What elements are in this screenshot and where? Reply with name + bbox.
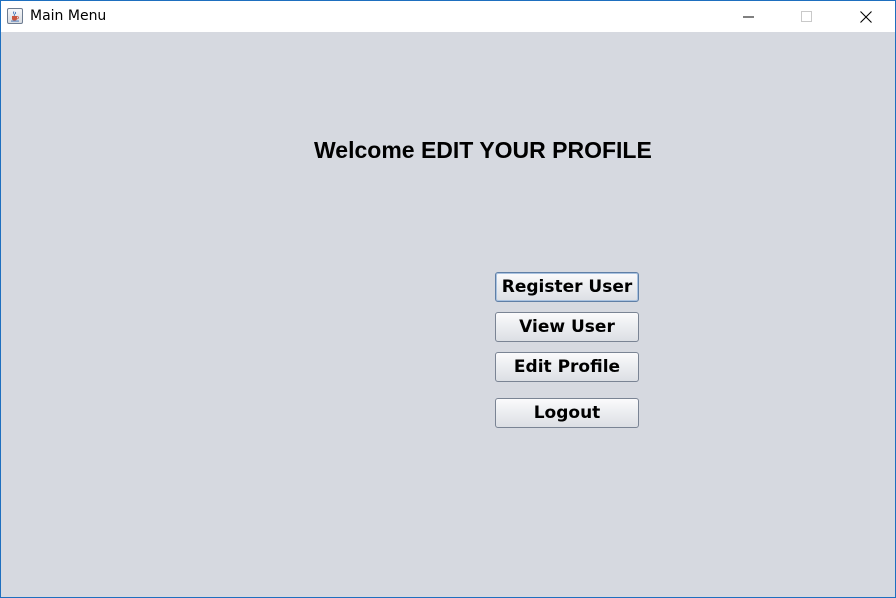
logout-button[interactable]: Logout (495, 398, 639, 428)
maximize-button[interactable] (784, 1, 830, 32)
minimize-icon (743, 16, 754, 18)
register-user-button[interactable]: Register User (495, 272, 639, 302)
close-icon (860, 11, 872, 23)
maximize-icon (801, 11, 812, 22)
edit-profile-button[interactable]: Edit Profile (495, 352, 639, 382)
window-title: Main Menu (30, 8, 107, 24)
minimize-button[interactable] (726, 1, 772, 32)
java-cup-icon[interactable] (7, 8, 23, 24)
close-button[interactable] (843, 1, 889, 32)
welcome-heading: Welcome EDIT YOUR PROFILE (314, 137, 652, 163)
main-menu-window: Main Menu Welcome EDIT YOUR PROFILE Regi… (0, 0, 896, 598)
title-bar[interactable]: Main Menu (1, 0, 895, 32)
view-user-button[interactable]: View User (495, 312, 639, 342)
